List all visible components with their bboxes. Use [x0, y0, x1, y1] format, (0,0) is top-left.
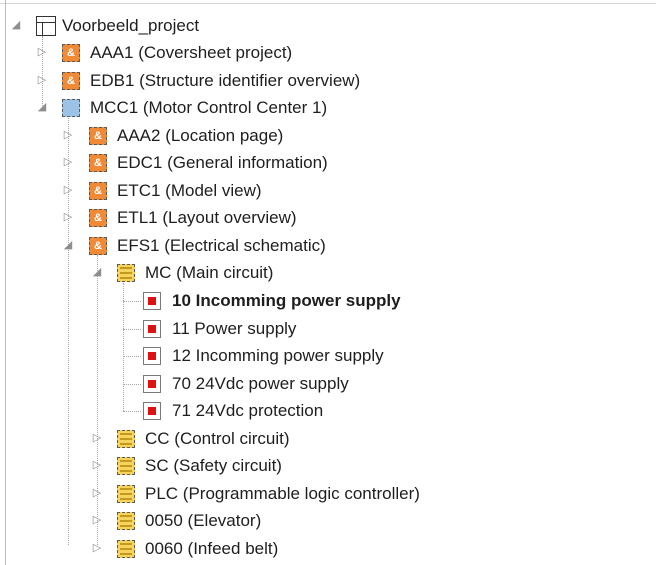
tree-item-plc[interactable]: PLC (Programmable logic controller): [145, 485, 420, 503]
yellow-function-icon: [117, 485, 135, 503]
page-icon: [143, 375, 161, 393]
page-icon: [143, 292, 161, 310]
tree-item-page-11[interactable]: 11 Power supply: [172, 320, 296, 338]
tree-item-cc[interactable]: CC (Control circuit): [145, 430, 290, 448]
tree-guide-line: [123, 384, 141, 385]
collapse-triangle-icon[interactable]: ◢: [62, 239, 74, 251]
tree-item-etl1[interactable]: ETL1 (Layout overview): [117, 209, 297, 227]
expand-triangle-icon[interactable]: ▷: [62, 156, 74, 168]
collapse-triangle-icon[interactable]: ◢: [91, 266, 103, 278]
page-icon: [143, 320, 161, 338]
tree-item-page-10[interactable]: 10 Incomming power supply: [172, 292, 401, 310]
tree-item-mc[interactable]: MC (Main circuit): [145, 264, 273, 282]
expand-triangle-icon[interactable]: ▷: [91, 514, 103, 526]
panel-left-border: [0, 0, 6, 565]
tree-item-efs1[interactable]: EFS1 (Electrical schematic): [117, 237, 326, 255]
yellow-function-icon: [117, 264, 135, 282]
tree-item-mcc1[interactable]: MCC1 (Motor Control Center 1): [90, 99, 327, 117]
blue-location-icon: [62, 99, 80, 117]
orange-structure-icon: &: [62, 72, 80, 90]
tree-guide-line: [123, 329, 141, 330]
tree-item-edb1[interactable]: EDB1 (Structure identifier overview): [90, 72, 360, 90]
yellow-function-icon: [117, 430, 135, 448]
orange-structure-icon: &: [89, 182, 107, 200]
page-icon: [143, 402, 161, 420]
tree-item-aaa1[interactable]: AAA1 (Coversheet project): [90, 44, 292, 62]
tree-item-page-70[interactable]: 70 24Vdc power supply: [172, 375, 349, 393]
orange-structure-icon: &: [62, 44, 80, 62]
expand-triangle-icon[interactable]: ▷: [91, 487, 103, 499]
tree-item-edc1[interactable]: EDC1 (General information): [117, 154, 328, 172]
project-root-icon: [36, 16, 56, 36]
yellow-function-icon: [117, 512, 135, 530]
expand-triangle-icon[interactable]: ▷: [91, 542, 103, 554]
tree-item-page-12[interactable]: 12 Incomming power supply: [172, 347, 384, 365]
expand-triangle-icon[interactable]: ▷: [62, 184, 74, 196]
tree-item-page-71[interactable]: 71 24Vdc protection: [172, 402, 323, 420]
orange-structure-icon: &: [89, 127, 107, 145]
tree-guide-line: [97, 255, 98, 545]
orange-structure-icon: &: [89, 154, 107, 172]
tree-item-aaa2[interactable]: AAA2 (Location page): [117, 127, 283, 145]
expand-triangle-icon[interactable]: ▷: [91, 432, 103, 444]
orange-structure-icon: &: [89, 237, 107, 255]
tree-guide-line: [123, 411, 141, 412]
tree-guide-line: [68, 118, 69, 545]
orange-structure-icon: &: [89, 209, 107, 227]
panel-top-border: [0, 0, 656, 4]
tree-guide-line: [123, 301, 141, 302]
expand-triangle-icon[interactable]: ▷: [91, 459, 103, 471]
expand-triangle-icon[interactable]: ▷: [36, 46, 48, 58]
yellow-function-icon: [117, 457, 135, 475]
expand-triangle-icon[interactable]: ▷: [62, 211, 74, 223]
tree-item-etc1[interactable]: ETC1 (Model view): [117, 182, 262, 200]
collapse-triangle-icon[interactable]: ◢: [10, 19, 22, 31]
tree-guide-line: [123, 356, 141, 357]
tree-item-0060[interactable]: 0060 (Infeed belt): [145, 540, 278, 558]
collapse-triangle-icon[interactable]: ◢: [36, 101, 48, 113]
tree-root-label[interactable]: Voorbeeld_project: [62, 17, 199, 35]
page-icon: [143, 347, 161, 365]
expand-triangle-icon[interactable]: ▷: [36, 74, 48, 86]
tree-guide-line: [123, 283, 124, 411]
tree-item-sc[interactable]: SC (Safety circuit): [145, 457, 282, 475]
expand-triangle-icon[interactable]: ▷: [62, 129, 74, 141]
yellow-function-icon: [117, 540, 135, 558]
tree-item-0050[interactable]: 0050 (Elevator): [145, 512, 261, 530]
